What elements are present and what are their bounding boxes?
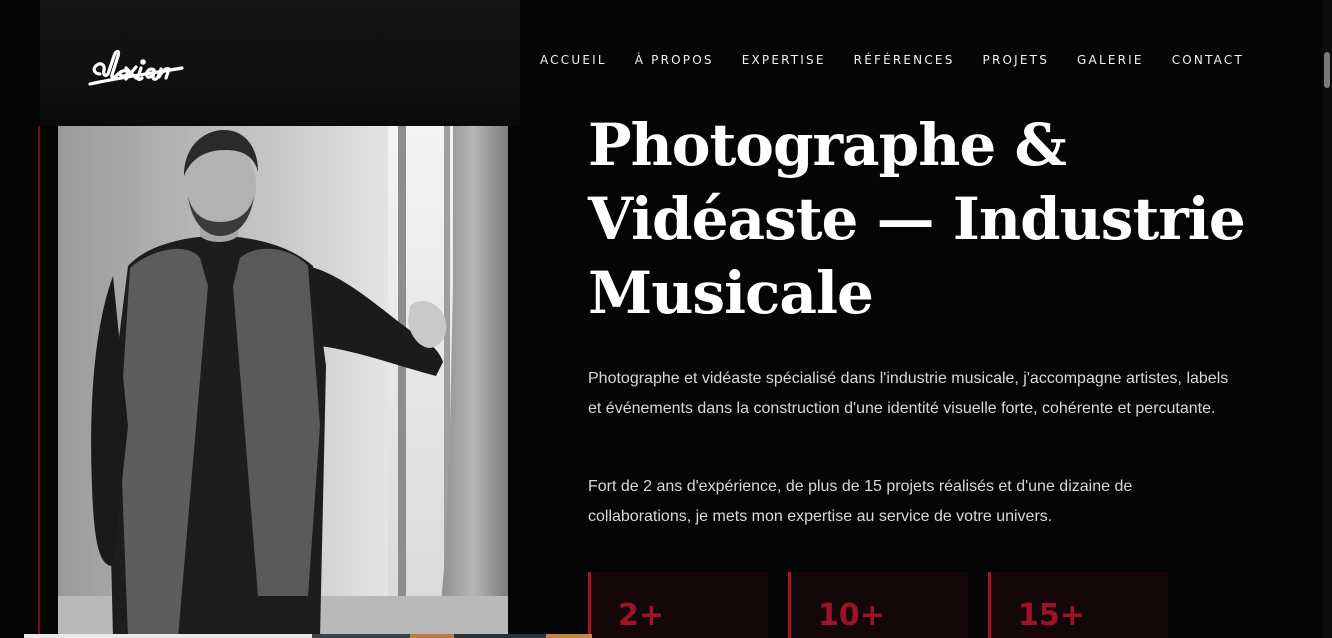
stat-value: 15+ [1018,598,1085,633]
nav-item-projets[interactable]: PROJETS [983,53,1050,67]
portrait-photo [58,126,508,638]
scrollbar-thumb[interactable] [1324,52,1330,88]
bottom-edge-strip [24,634,592,638]
hero-title-line-2: Vidéaste — Industrie [588,185,1246,253]
page-scrollbar[interactable] [1322,0,1332,638]
logo-wordmark-icon [88,49,184,86]
portrait-image [58,126,508,638]
hero-intro-paragraph: Photographe et vidéaste spécialisé dans … [588,370,1229,417]
hero-title-line-1: Photographe & [588,111,1067,179]
nav-item-references[interactable]: RÉFÉRENCES [854,53,955,67]
stat-value: 10+ [818,598,885,633]
stat-card-collaborations: 10+ [788,572,968,638]
nav-item-expertise[interactable]: EXPERTISE [742,53,826,67]
stat-card-projects: 15+ [988,572,1168,638]
nav-item-accueil[interactable]: ACCUEIL [540,53,607,67]
nav-item-contact[interactable]: CONTACT [1172,53,1244,67]
nav-item-galerie[interactable]: GALERIE [1077,53,1144,67]
logo[interactable] [86,30,190,94]
hero-experience-paragraph: Fort de 2 ans d'expérience, de plus de 1… [588,478,1133,525]
main-navigation: ACCUEIL À PROPOS EXPERTISE RÉFÉRENCES PR… [540,53,1244,67]
hero-title: Photographe & Vidéaste — Industrie Music… [588,108,1268,330]
hero-title-line-3: Musicale [588,259,874,327]
accent-line [38,126,40,638]
nav-item-a-propos[interactable]: À PROPOS [635,53,714,67]
stat-card-years: 2+ [588,572,768,638]
stat-value: 2+ [618,598,665,633]
